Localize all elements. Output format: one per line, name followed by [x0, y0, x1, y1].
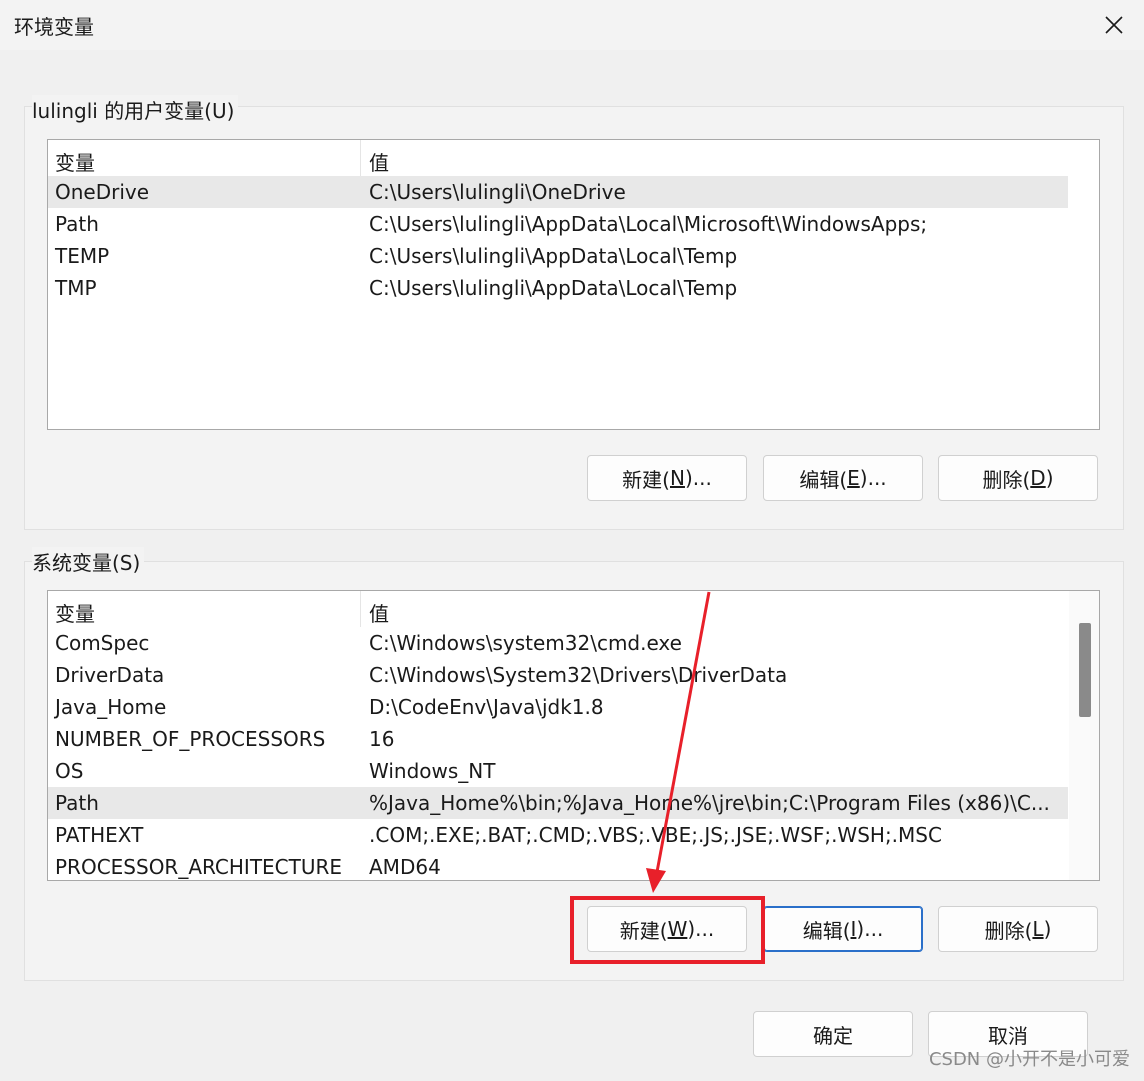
column-header-value[interactable]: 值	[369, 147, 389, 176]
table-row[interactable]: ComSpec C:\Windows\system32\cmd.exe	[48, 627, 1099, 659]
variable-name: ComSpec	[55, 631, 150, 655]
table-row[interactable]: TEMP C:\Users\lulingli\AppData\Local\Tem…	[48, 240, 1099, 272]
variable-value: %Java_Home%\bin;%Java_Home%\jre\bin;C:\P…	[369, 791, 1050, 815]
user-variables-title: lulingli 的用户变量(U)	[32, 95, 239, 124]
button-label: 删除(	[982, 467, 1031, 492]
variable-value: AMD64	[369, 855, 441, 879]
table-row[interactable]: PROCESSOR_ARCHITECTURE AMD64	[48, 851, 1099, 880]
button-label: 新建(	[622, 467, 670, 492]
table-row[interactable]: OS Windows_NT	[48, 755, 1099, 787]
table-row[interactable]: Path %Java_Home%\bin;%Java_Home%\jre\bin…	[48, 787, 1068, 819]
variable-value: C:\Windows\system32\cmd.exe	[369, 631, 682, 655]
system-variables-title: 系统变量(S)	[32, 547, 145, 576]
list-header: 变量 值	[48, 591, 1099, 627]
variable-value: C:\Users\lulingli\AppData\Local\Temp	[369, 244, 738, 268]
user-edit-button[interactable]: 编辑(E)...	[763, 455, 923, 501]
button-label-suffix: )	[1043, 917, 1052, 941]
annotation-highlight-box	[570, 896, 765, 964]
close-button[interactable]	[1084, 0, 1144, 50]
button-label: 编辑(	[802, 918, 851, 943]
button-label-suffix: )...	[684, 466, 712, 490]
variable-value: D:\CodeEnv\Java\jdk1.8	[369, 695, 604, 719]
user-delete-button[interactable]: 删除(D)	[938, 455, 1098, 501]
button-label-suffix: )	[1045, 466, 1054, 490]
accelerator-key: D	[1030, 466, 1046, 490]
user-variables-list[interactable]: 变量 值 OneDrive C:\Users\lulingli\OneDrive…	[47, 139, 1100, 430]
table-row[interactable]: OneDrive C:\Users\lulingli\OneDrive	[48, 176, 1068, 208]
scrollbar-thumb[interactable]	[1079, 623, 1091, 717]
variable-value: C:\Windows\System32\Drivers\DriverData	[369, 663, 788, 687]
system-delete-button[interactable]: 删除(L)	[938, 906, 1098, 952]
variable-name: TMP	[55, 276, 97, 300]
accelerator-key: E	[847, 466, 860, 490]
title-bar: 环境变量	[0, 0, 1144, 50]
variable-name: DriverData	[55, 663, 165, 687]
user-new-button[interactable]: 新建(N)...	[587, 455, 747, 501]
table-row[interactable]: Path C:\Users\lulingli\AppData\Local\Mic…	[48, 208, 1099, 240]
variable-name: OS	[55, 759, 84, 783]
variable-name: NUMBER_OF_PROCESSORS	[55, 727, 326, 751]
column-header-name[interactable]: 变量	[55, 598, 95, 627]
window-title: 环境变量	[14, 15, 94, 39]
column-header-value[interactable]: 值	[369, 598, 389, 627]
table-row[interactable]: DriverData C:\Windows\System32\Drivers\D…	[48, 659, 1099, 691]
system-edit-button[interactable]: 编辑(I)...	[763, 906, 923, 952]
variable-name: PROCESSOR_ARCHITECTURE	[55, 855, 343, 879]
variable-name: Path	[55, 791, 99, 815]
table-row[interactable]: TMP C:\Users\lulingli\AppData\Local\Temp	[48, 272, 1099, 304]
button-label: 删除(	[984, 918, 1033, 943]
button-label: 编辑(	[799, 467, 848, 492]
variable-name: OneDrive	[55, 180, 150, 204]
accelerator-key: N	[669, 466, 685, 490]
variable-value: 16	[369, 727, 395, 751]
vertical-scrollbar[interactable]	[1069, 591, 1099, 880]
variable-value: Windows_NT	[369, 759, 496, 783]
variable-name: Java_Home	[55, 695, 167, 719]
variable-value: C:\Users\lulingli\AppData\Local\Temp	[369, 276, 738, 300]
button-label-suffix: )...	[856, 917, 884, 941]
accelerator-key: L	[1032, 917, 1044, 941]
button-label-suffix: )...	[859, 466, 887, 490]
variable-name: Path	[55, 212, 99, 236]
system-variables-list[interactable]: 变量 值 ComSpec C:\Windows\system32\cmd.exe…	[47, 590, 1100, 881]
column-header-name[interactable]: 变量	[55, 147, 95, 176]
variable-name: TEMP	[55, 244, 110, 268]
button-label: 确定	[813, 1023, 853, 1048]
watermark: CSDN @小开不是小可爱	[928, 1049, 1130, 1070]
close-icon	[1105, 16, 1123, 34]
ok-button[interactable]: 确定	[753, 1011, 913, 1057]
variable-value: C:\Users\lulingli\OneDrive	[369, 180, 626, 204]
variable-name: PATHEXT	[55, 823, 144, 847]
table-row[interactable]: Java_Home D:\CodeEnv\Java\jdk1.8	[48, 691, 1099, 723]
table-row[interactable]: PATHEXT .COM;.EXE;.BAT;.CMD;.VBS;.VBE;.J…	[48, 819, 1099, 851]
variable-value: C:\Users\lulingli\AppData\Local\Microsof…	[369, 212, 928, 236]
table-row[interactable]: NUMBER_OF_PROCESSORS 16	[48, 723, 1099, 755]
list-header: 变量 值	[48, 140, 1099, 176]
variable-value: .COM;.EXE;.BAT;.CMD;.VBS;.VBE;.JS;.JSE;.…	[369, 823, 942, 847]
